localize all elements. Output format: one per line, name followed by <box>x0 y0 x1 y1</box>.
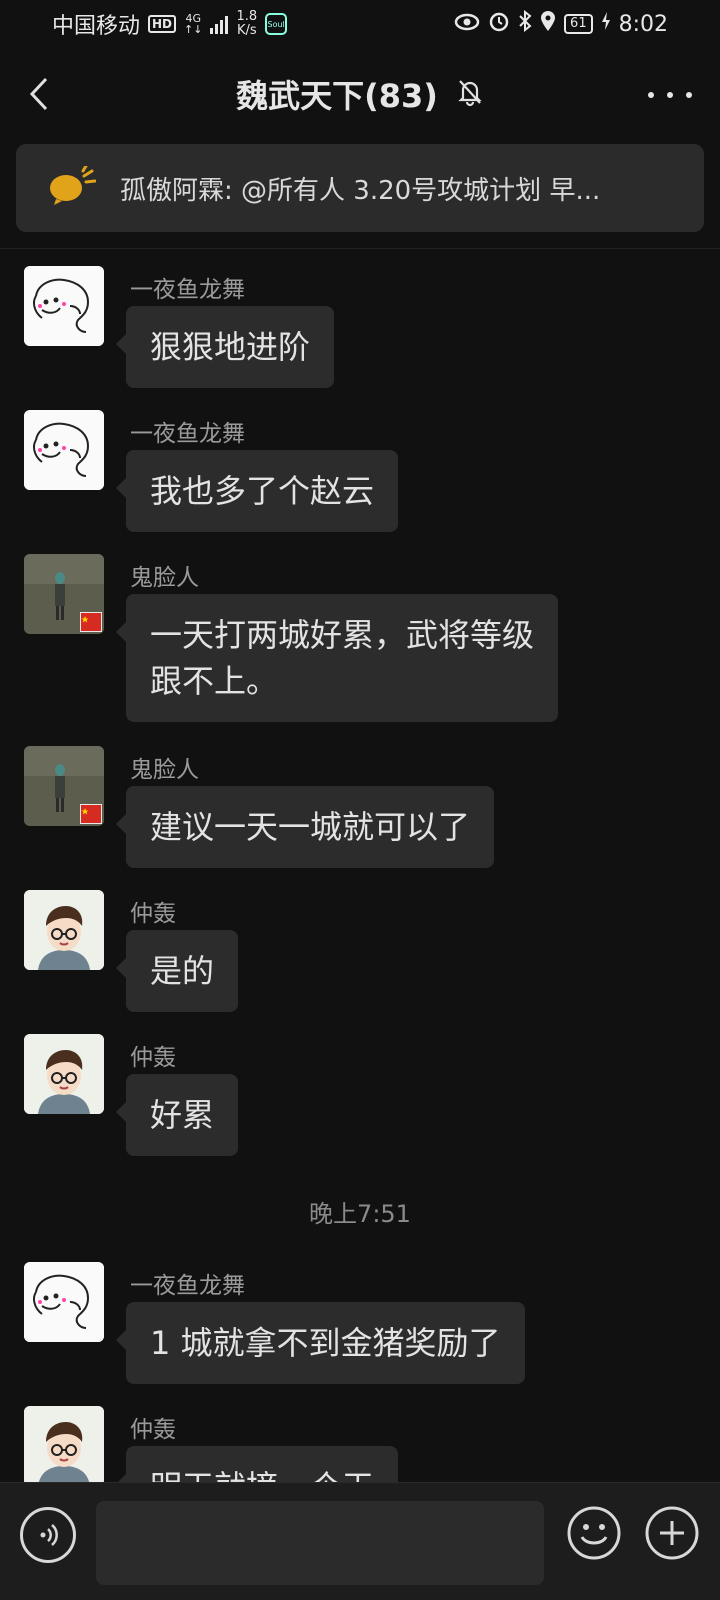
network-badge: 4G ↑↓ <box>184 13 202 35</box>
chat-header: 魏武天下(83) <box>0 48 720 140</box>
plus-icon <box>645 1506 699 1560</box>
smiley-icon <box>567 1506 621 1560</box>
message-bubble[interactable]: 1 城就拿不到金猪奖励了 <box>116 1302 525 1384</box>
megaphone-icon <box>48 164 97 210</box>
avatar[interactable] <box>24 1262 104 1342</box>
carrier-name: 中国移动 <box>52 14 141 39</box>
location-icon <box>540 10 556 38</box>
message-bubble[interactable]: 好累 <box>115 1074 239 1156</box>
clock-time: 8:02 <box>618 11 668 37</box>
header-divider <box>0 248 720 249</box>
avatar[interactable] <box>24 1406 104 1486</box>
avatar[interactable] <box>24 410 104 490</box>
message-text-line: 一天打两城好累，武将等级 <box>150 616 535 654</box>
message-text: 好累 <box>150 1096 215 1134</box>
charging-icon <box>601 11 611 37</box>
sender-name: 仲轰 <box>130 901 176 927</box>
avatar[interactable] <box>24 1034 104 1114</box>
announcement-text: 孤傲阿霖: @所有人 3.20号攻城计划 早... <box>120 175 601 206</box>
cartoon-boy-avatar-icon <box>24 890 104 970</box>
cartoon-doodle-avatar-icon <box>24 410 104 490</box>
group-announcement[interactable]: 孤傲阿霖: @所有人 3.20号攻城计划 早... <box>16 144 704 232</box>
chat-title: 魏武天下(83) <box>236 77 438 115</box>
avatar[interactable] <box>24 746 104 826</box>
message-bubble[interactable]: 狠狠地进阶 <box>115 306 335 388</box>
signal-icon <box>210 14 229 34</box>
message-bubble[interactable]: 建议一天一城就可以了 <box>115 786 495 868</box>
avatar[interactable] <box>24 890 104 970</box>
dot-icon <box>648 92 654 98</box>
message-timestamp: 晚上7:51 <box>309 1200 411 1228</box>
alarm-icon <box>488 10 510 38</box>
message-bubble[interactable]: 我也多了个赵云 <box>115 450 399 532</box>
sender-name: 仲轰 <box>130 1417 176 1443</box>
more-actions-button[interactable] <box>644 1505 700 1561</box>
cartoon-doodle-avatar-icon <box>24 1262 104 1342</box>
speed-value: 1.8 <box>236 9 258 24</box>
message-text: 建议一天一城就可以了 <box>150 808 471 846</box>
soul-app-icon: Soul <box>265 13 288 35</box>
muted-bell-icon <box>456 77 484 111</box>
network-arrows: ↑↓ <box>184 23 203 36</box>
message-text: 我也多了个赵云 <box>150 472 375 510</box>
message-text: 是的 <box>150 952 215 990</box>
sender-name: 一夜鱼龙舞 <box>130 421 245 447</box>
message-input[interactable] <box>96 1501 544 1585</box>
battery-indicator: 61 <box>564 14 593 34</box>
sender-name: 鬼脸人 <box>130 565 199 591</box>
cartoon-boy-avatar-icon <box>24 1406 104 1486</box>
photo-avatar-with-flag-icon <box>24 746 104 826</box>
chat-input-bar <box>0 1482 720 1600</box>
emoji-button[interactable] <box>566 1505 622 1561</box>
message-text: 狠狠地进阶 <box>150 328 311 366</box>
hd-badge: HD <box>148 15 177 33</box>
message-text: 1 城就拿不到金猪奖励了 <box>150 1324 501 1362</box>
dot-icon <box>686 92 692 98</box>
speed-unit: K/s <box>236 23 257 38</box>
photo-avatar-with-flag-icon <box>24 554 104 634</box>
chat-title-group: 魏武天下(83) <box>236 71 484 117</box>
chevron-left-icon <box>29 77 48 111</box>
back-button[interactable] <box>24 76 54 112</box>
sender-name: 一夜鱼龙舞 <box>130 277 245 303</box>
network-speed: 1.8 K/s <box>236 10 257 38</box>
sender-name: 鬼脸人 <box>130 757 199 783</box>
message-bubble[interactable]: 一天打两城好累，武将等级 跟不上。 <box>115 594 559 722</box>
status-bar: 中国移动 HD 4G ↑↓ 1.8 K/s Soul 61 8:02 <box>0 0 720 48</box>
sender-name: 仲轰 <box>130 1045 176 1071</box>
status-bar-left: 中国移动 HD 4G ↑↓ 1.8 K/s Soul <box>52 8 288 40</box>
avatar[interactable] <box>24 266 104 346</box>
message-text-line: 跟不上。 <box>150 662 279 700</box>
dot-icon <box>667 92 673 98</box>
message-bubble[interactable]: 是的 <box>115 930 239 1012</box>
more-options-button[interactable] <box>648 84 692 106</box>
voice-icon <box>40 1524 58 1546</box>
avatar[interactable] <box>24 554 104 634</box>
eye-icon <box>454 12 480 36</box>
sender-name: 一夜鱼龙舞 <box>130 1273 245 1299</box>
status-bar-right: 61 8:02 <box>454 9 668 38</box>
bluetooth-icon <box>518 9 532 38</box>
cartoon-doodle-avatar-icon <box>24 266 104 346</box>
cartoon-boy-avatar-icon <box>24 1034 104 1114</box>
voice-input-button[interactable] <box>20 1507 76 1563</box>
